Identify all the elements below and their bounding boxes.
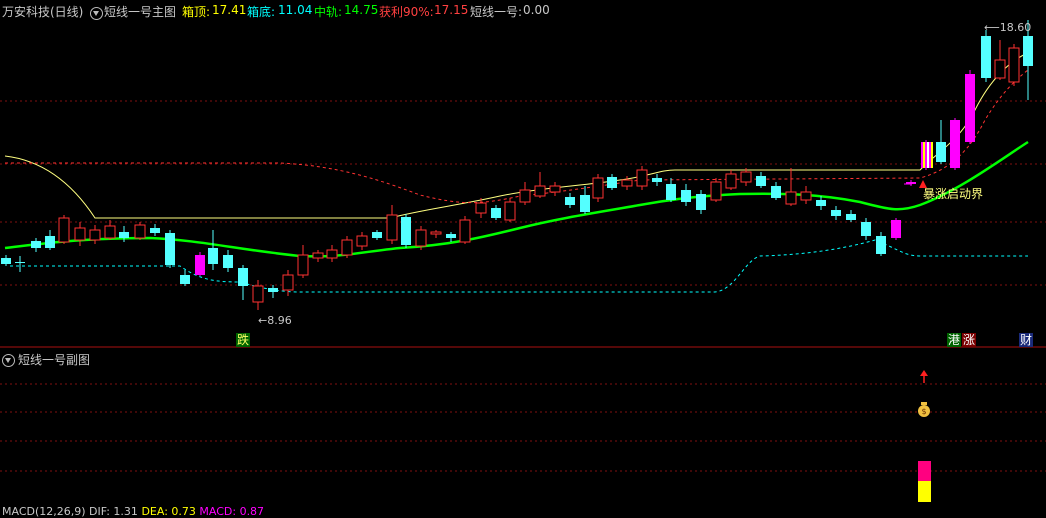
candlestick[interactable] [785, 168, 797, 206]
low-price-label: ←8.96 [258, 314, 292, 327]
candlestick[interactable] [921, 140, 933, 170]
candlestick[interactable] [89, 225, 101, 244]
candlestick[interactable] [326, 245, 338, 262]
candlestick[interactable] [180, 270, 190, 286]
candlestick[interactable] [312, 250, 324, 262]
candlestick[interactable] [936, 120, 946, 164]
candlestick[interactable] [238, 265, 248, 300]
macd-label[interactable]: MACD(12,26,9) [2, 505, 86, 518]
candlestick[interactable] [607, 174, 617, 190]
candlestick[interactable] [430, 230, 442, 238]
candlestick[interactable] [165, 230, 175, 268]
sub-indicator-chart[interactable]: $ [0, 350, 1046, 511]
candlestick[interactable] [268, 285, 278, 298]
candlestick[interactable] [401, 214, 411, 248]
candlestick[interactable] [950, 118, 960, 170]
candlestick[interactable] [223, 250, 233, 272]
lower-dashed-line [10, 239, 1028, 293]
upper-line [4, 51, 1031, 219]
candlestick[interactable] [356, 232, 368, 250]
candlestick[interactable] [549, 182, 561, 196]
candlestick[interactable] [208, 230, 218, 270]
macd-header: MACD(12,26,9) DIF: 1.31 DEA: 0.73 MACD: … [2, 505, 264, 518]
candlestick[interactable] [1, 255, 11, 266]
candlestick[interactable] [636, 166, 648, 190]
macd-dif: DIF: 1.31 [89, 505, 138, 518]
main-grid [0, 100, 1046, 348]
candlestick[interactable] [725, 170, 737, 190]
candlestick[interactable] [816, 196, 826, 210]
candlestick[interactable] [372, 230, 382, 240]
candlestick[interactable] [297, 245, 309, 278]
boll-mid-line [4, 140, 1029, 258]
candlestick[interactable] [58, 215, 70, 244]
candlestick[interactable] [31, 238, 41, 252]
main-price-chart[interactable] [0, 0, 1046, 350]
candlestick[interactable] [459, 216, 471, 244]
candlestick[interactable] [104, 220, 116, 240]
candlestick[interactable] [696, 190, 706, 214]
candlestick[interactable] [504, 198, 516, 222]
candlestick[interactable] [491, 205, 501, 220]
tag-port: 港 [947, 333, 962, 347]
candlestick[interactable] [861, 218, 871, 240]
candlestick[interactable] [994, 40, 1006, 80]
sub-bar-yellow [918, 481, 931, 502]
sub-up-arrow-icon [920, 370, 928, 383]
candlestick[interactable] [846, 210, 856, 222]
macd-value: MACD: 0.87 [199, 505, 265, 518]
candlestick[interactable] [891, 218, 901, 240]
candlestick[interactable] [534, 172, 546, 198]
tag-rise: 涨 [962, 333, 977, 347]
tag-fall: 跌 [236, 333, 251, 347]
candlestick[interactable] [446, 232, 456, 242]
candlestick[interactable] [45, 230, 55, 250]
candlestick[interactable] [800, 186, 812, 204]
money-bag-icon: $ [918, 402, 930, 417]
candlestick[interactable] [519, 182, 531, 205]
candlestick[interactable] [906, 180, 916, 186]
candlestick[interactable] [756, 172, 766, 188]
candlestick[interactable] [386, 205, 398, 244]
candlestick[interactable] [74, 222, 86, 246]
candlestick[interactable] [565, 193, 575, 208]
sub-bar-magenta [918, 461, 931, 481]
breakout-annotation: 暴涨启动界 [923, 187, 984, 201]
candlestick[interactable] [282, 270, 294, 296]
candlestick[interactable] [150, 224, 160, 236]
candlestick[interactable] [134, 222, 146, 240]
candlestick[interactable] [415, 226, 427, 250]
macd-dea: DEA: 0.73 [141, 505, 196, 518]
candlestick[interactable] [965, 70, 975, 144]
candlestick[interactable] [876, 232, 886, 256]
candlestick[interactable] [341, 236, 353, 258]
candlestick[interactable] [195, 252, 205, 276]
candlestick[interactable] [652, 174, 662, 186]
svg-text:$: $ [921, 407, 926, 416]
high-price-label: ⟵18.60 [984, 21, 1032, 34]
candlestick[interactable] [15, 256, 25, 272]
candlestick[interactable] [981, 30, 991, 82]
candlestick[interactable] [580, 186, 590, 214]
candlestick[interactable] [1008, 44, 1020, 86]
candlestick[interactable] [681, 184, 691, 206]
candlestick[interactable] [831, 206, 841, 220]
red-dashed-line [5, 69, 1029, 204]
candlestick[interactable] [771, 182, 781, 200]
candlestick[interactable] [740, 168, 752, 186]
candlestick[interactable] [592, 174, 604, 202]
candlestick[interactable] [666, 178, 676, 202]
tag-wealth: 财 [1019, 333, 1034, 347]
candlestick[interactable] [710, 178, 722, 202]
